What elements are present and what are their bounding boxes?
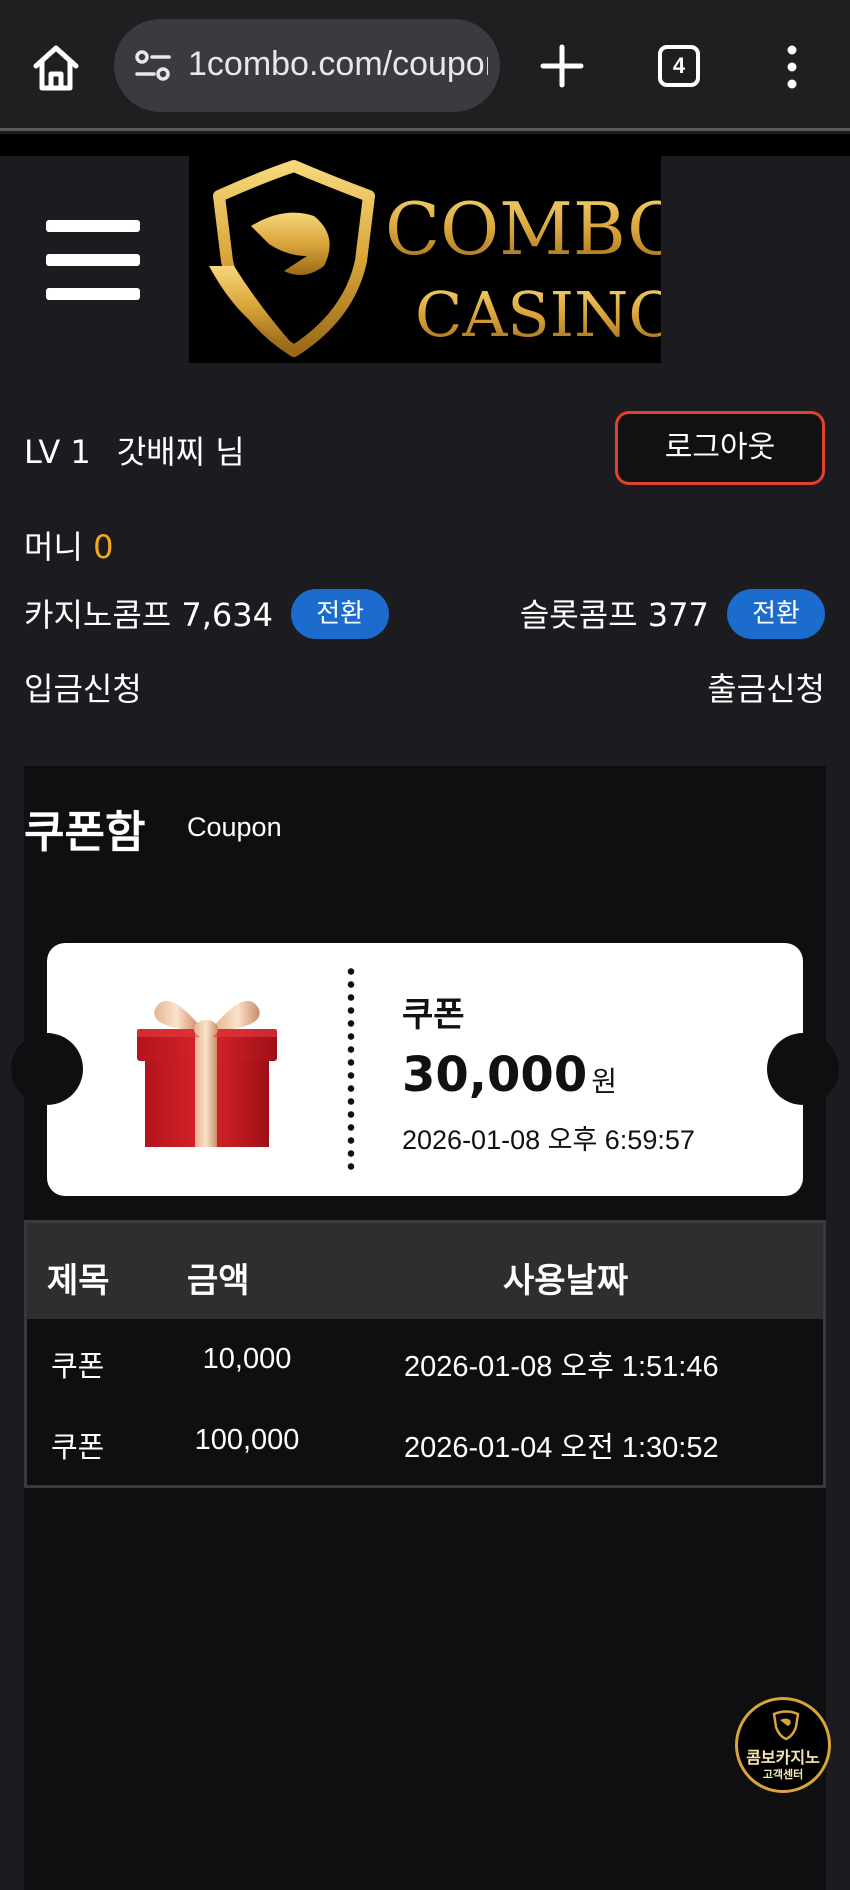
row-date: 2026-01-08 오후 1:51:46 bbox=[404, 1351, 719, 1383]
ticket-notch bbox=[11, 1033, 83, 1105]
slot-comp-row: 슬롯콤프 377 전환 bbox=[519, 589, 825, 639]
support-sublabel: 고객센터 bbox=[762, 1768, 804, 1781]
plus-icon[interactable] bbox=[538, 42, 586, 90]
table-row: 쿠폰 100,000 2026-01-04 오전 1:30:52 bbox=[27, 1404, 823, 1484]
table-header: 제목 금액 사용날짜 bbox=[27, 1223, 823, 1319]
ticket-notch bbox=[767, 1033, 839, 1105]
coupon-history-table: 제목 금액 사용날짜 쿠폰 10,000 2026-01-08 오후 1:51:… bbox=[24, 1220, 826, 1488]
casino-comp-label: 카지노콤프 bbox=[24, 596, 172, 634]
svg-text:COMBO: COMBO bbox=[385, 187, 661, 271]
row-title: 쿠폰 bbox=[51, 1349, 105, 1383]
row-date: 2026-01-04 오전 1:30:52 bbox=[404, 1432, 719, 1464]
coupon-amount-value: 30,000 bbox=[402, 1047, 588, 1103]
url-text[interactable]: 1combo.com/coupon bbox=[188, 45, 488, 84]
slot-comp-label: 슬롯콤프 bbox=[519, 596, 638, 634]
casino-comp-value: 7,634 bbox=[181, 596, 273, 634]
perforation-divider bbox=[347, 965, 355, 1175]
deposit-request-link[interactable]: 입금신청 bbox=[24, 664, 142, 710]
shield-icon bbox=[772, 1710, 800, 1741]
table-row: 쿠폰 10,000 2026-01-08 오후 1:51:46 bbox=[27, 1323, 823, 1403]
home-icon[interactable] bbox=[30, 42, 82, 94]
slot-comp-value: 377 bbox=[647, 596, 709, 634]
user-info: LV 1 갓배찌 님 bbox=[24, 427, 245, 473]
tab-switcher-button[interactable]: 4 bbox=[658, 45, 700, 87]
withdraw-request-link[interactable]: 출금신청 bbox=[707, 664, 825, 710]
logo-image: COMBO CASINO bbox=[209, 160, 661, 357]
logout-button[interactable]: 로그아웃 bbox=[615, 411, 825, 485]
address-bar[interactable]: 1combo.com/coupon bbox=[114, 19, 500, 112]
page: 1combo.com/coupon 4 COMBO CASINO LV 1 갓배… bbox=[0, 0, 850, 1890]
casino-comp-row: 카지노콤프 7,634 전환 bbox=[24, 589, 390, 639]
header-divider bbox=[0, 134, 850, 156]
casino-comp-convert-button[interactable]: 전환 bbox=[291, 589, 390, 639]
gift-box-icon bbox=[137, 1000, 277, 1147]
browser-toolbar: 1combo.com/coupon 4 bbox=[0, 0, 850, 131]
row-amount: 10,000 bbox=[202, 1343, 292, 1375]
coupon-section: 쿠폰함 Coupon 쿠폰 30,000 원 2026-01-08 오후 6:5… bbox=[11, 766, 839, 1890]
column-header-amount: 금액 bbox=[187, 1261, 250, 1301]
money-row: 머니 0 bbox=[24, 522, 113, 568]
money-value: 0 bbox=[93, 528, 114, 566]
user-name: 갓배찌 님 bbox=[116, 433, 245, 471]
support-label: 콤보카지노 bbox=[746, 1748, 820, 1767]
coupon-label: 쿠폰 bbox=[402, 995, 465, 1035]
site-settings-icon[interactable] bbox=[134, 48, 172, 84]
user-level: LV 1 bbox=[24, 433, 91, 471]
row-amount: 100,000 bbox=[194, 1424, 300, 1456]
hamburger-menu-icon[interactable] bbox=[46, 220, 140, 300]
coupon-date: 2026-01-08 오후 6:59:57 bbox=[402, 1125, 695, 1155]
row-title: 쿠폰 bbox=[51, 1430, 105, 1464]
svg-text:CASINO: CASINO bbox=[415, 278, 661, 351]
slot-comp-convert-button[interactable]: 전환 bbox=[727, 589, 825, 639]
column-header-date: 사용날짜 bbox=[503, 1261, 629, 1301]
page-subtitle: Coupon bbox=[187, 812, 282, 842]
combo-casino-logo[interactable]: COMBO CASINO bbox=[189, 156, 661, 363]
coupon-amount: 30,000 원 bbox=[402, 1047, 617, 1103]
coupon-card[interactable]: 쿠폰 30,000 원 2026-01-08 오후 6:59:57 bbox=[11, 943, 839, 1196]
page-title: 쿠폰함 bbox=[24, 807, 146, 858]
customer-support-button[interactable]: 콤보카지노 고객센터 bbox=[735, 1697, 831, 1793]
money-label: 머니 bbox=[24, 528, 83, 566]
column-header-title: 제목 bbox=[47, 1261, 110, 1301]
more-vert-icon[interactable] bbox=[780, 44, 804, 90]
coupon-amount-unit: 원 bbox=[591, 1065, 617, 1098]
